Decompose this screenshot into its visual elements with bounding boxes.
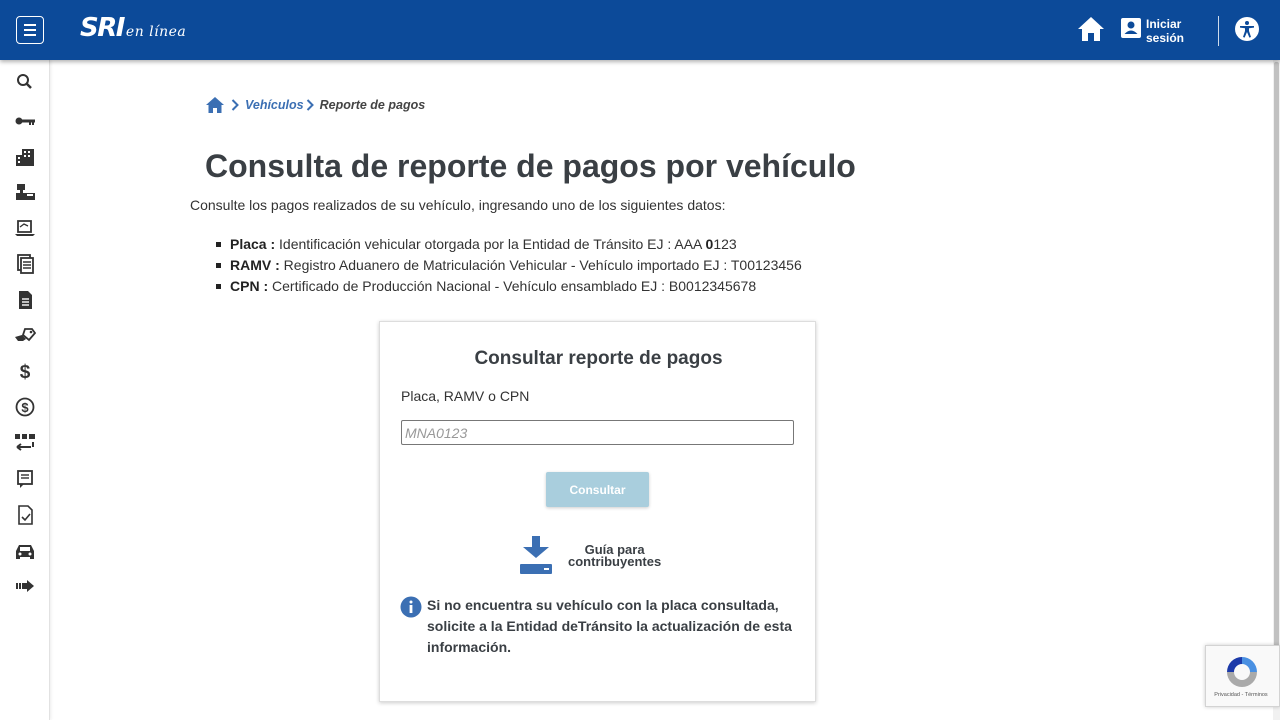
document-icon[interactable] <box>13 289 37 311</box>
def-term: Placa : <box>230 236 276 252</box>
field-label: Placa, RAMV o CPN <box>401 388 530 404</box>
def-desc: Registro Aduanero de Matriculación Vehic… <box>279 257 802 273</box>
sri-logo[interactable]: SRI en línea <box>80 13 186 43</box>
sidebar: $ $ <box>0 60 50 720</box>
plate-input[interactable] <box>401 420 794 445</box>
top-bar: SRI en línea Iniciar sesión <box>0 0 1280 60</box>
receipt-icon[interactable] <box>13 468 37 490</box>
breadcrumb-link-vehiculos[interactable]: Vehículos <box>245 98 304 112</box>
info-icon <box>400 596 422 618</box>
user-card-icon[interactable] <box>1120 17 1142 39</box>
coin-dollar-icon[interactable]: $ <box>13 396 37 418</box>
key-icon[interactable] <box>13 110 37 132</box>
buildings-icon[interactable] <box>13 146 37 168</box>
arrow-right-icon[interactable] <box>13 575 37 597</box>
svg-text:$: $ <box>21 400 29 415</box>
logo-sub: en línea <box>125 24 187 40</box>
login-line1: Iniciar <box>1146 17 1182 31</box>
scrollbar-thumb[interactable] <box>1274 62 1279 662</box>
recaptcha-icon <box>1227 657 1257 687</box>
transfer-icon[interactable] <box>13 432 37 454</box>
header-divider <box>1218 16 1219 46</box>
home-icon[interactable] <box>1077 16 1105 42</box>
hamburger-menu-icon[interactable] <box>16 16 44 44</box>
search-icon[interactable] <box>13 71 37 93</box>
chevron-right-icon <box>306 99 314 111</box>
query-card: Consultar reporte de pagos Placa, RAMV o… <box>379 321 816 702</box>
recaptcha-links[interactable]: Privacidad - Términos <box>1206 692 1276 698</box>
svg-text:$: $ <box>20 362 31 381</box>
breadcrumb: Vehículos Reporte de pagos <box>205 96 425 114</box>
breadcrumb-current: Reporte de pagos <box>319 98 426 112</box>
def-desc: Identificación vehicular otorgada por la… <box>275 236 706 252</box>
consultar-button[interactable]: Consultar <box>546 472 649 507</box>
chevron-right-icon <box>231 99 239 111</box>
def-term: CPN : <box>230 278 269 294</box>
def-desc-end: 123 <box>713 236 737 252</box>
list-item: RAMV : Registro Aduanero de Matriculació… <box>216 255 802 276</box>
dollar-icon[interactable]: $ <box>13 360 37 382</box>
login-line2: sesión <box>1146 31 1185 45</box>
list-item: CPN : Certificado de Producción Nacional… <box>216 276 802 297</box>
download-icon <box>520 536 552 574</box>
breadcrumb-home-icon[interactable] <box>205 96 225 114</box>
cash-register-icon[interactable] <box>13 181 37 203</box>
guide-line2: contribuyentes <box>568 554 662 569</box>
documents-icon[interactable] <box>13 253 37 275</box>
guide-link[interactable]: Guía para contribuyentes <box>518 536 661 576</box>
list-item: Placa : Identificación vehicular otorgad… <box>216 234 802 255</box>
info-message: Si no encuentra su vehículo con la placa… <box>427 597 792 655</box>
accessibility-icon[interactable] <box>1234 16 1260 42</box>
hand-tag-icon[interactable] <box>13 325 37 347</box>
logo-main: SRI <box>80 13 125 43</box>
page-title: Consulta de reporte de pagos por vehícul… <box>205 148 856 184</box>
login-link[interactable]: Iniciar sesión <box>1146 17 1184 45</box>
recaptcha-badge[interactable]: Privacidad - Términos <box>1205 645 1280 707</box>
intro-text: Consulte los pagos realizados de su vehí… <box>190 197 726 213</box>
def-desc: Certificado de Producción Nacional - Veh… <box>268 278 757 294</box>
definitions-list: Placa : Identificación vehicular otorgad… <box>216 234 802 297</box>
checklist-icon[interactable] <box>13 504 37 526</box>
car-icon[interactable] <box>13 539 37 561</box>
laptop-icon[interactable] <box>13 217 37 239</box>
card-title: Consultar reporte de pagos <box>474 348 723 369</box>
def-term: RAMV : <box>230 257 280 273</box>
